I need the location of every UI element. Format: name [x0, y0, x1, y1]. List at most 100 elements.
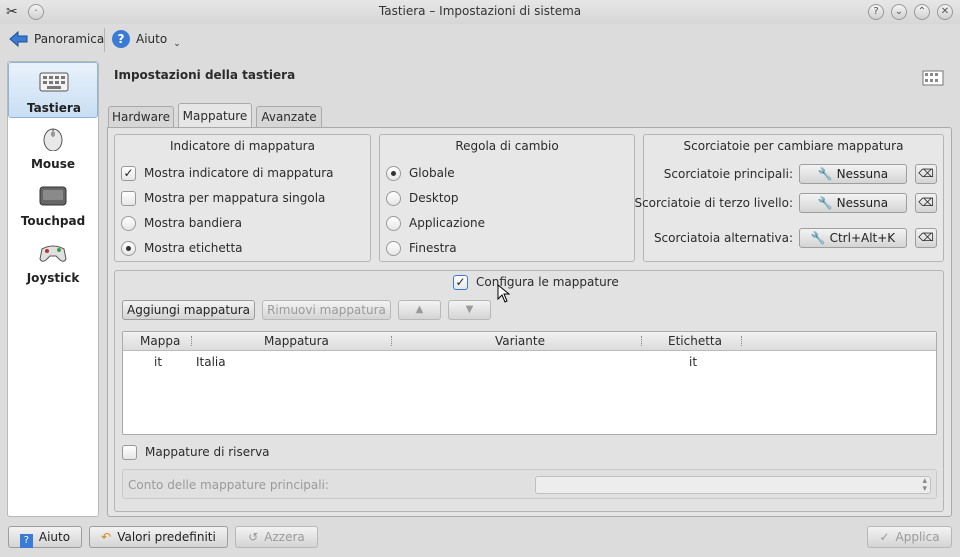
- defaults-button[interactable]: ↶ Valori predefiniti: [89, 526, 228, 548]
- title-bar: ✂ · Tastiera – Impostazioni di sistema ?…: [0, 0, 960, 24]
- window-radio[interactable]: Finestra: [386, 239, 457, 257]
- clear-icon: ⌫: [918, 196, 934, 209]
- option-label: Finestra: [409, 241, 457, 255]
- arrow-up-icon: ▲: [415, 304, 424, 315]
- keyboard-layout-icon: [922, 70, 944, 86]
- apply-button[interactable]: ✓ Applica: [867, 526, 952, 548]
- cell-layout: Italia: [196, 355, 226, 369]
- layouts-table: Mappa Mappatura Variante Etichetta it It…: [122, 331, 937, 435]
- tab-hardware[interactable]: Hardware: [108, 106, 174, 128]
- column-header-layout[interactable]: Mappatura: [264, 334, 329, 348]
- column-separator: [391, 336, 393, 346]
- main-count-label: Conto delle mappature principali:: [128, 478, 329, 492]
- maximize-button[interactable]: ⌃: [914, 4, 930, 20]
- show-flag-radio[interactable]: Mostra bandiera: [121, 214, 242, 232]
- checkbox-icon: [121, 190, 136, 206]
- shortcut-value: Ctrl+Alt+K: [829, 231, 896, 245]
- button-label: Azzera: [264, 530, 305, 544]
- column-header-label[interactable]: Etichetta: [668, 334, 722, 348]
- radio-icon: [121, 215, 136, 231]
- sidebar-item-touchpad[interactable]: Touchpad: [8, 176, 98, 232]
- shortcuts-group: Scorciatoie per cambiare mappatura Scorc…: [634, 134, 944, 262]
- close-button[interactable]: ✕: [937, 4, 953, 20]
- help-window-button[interactable]: ?: [868, 4, 884, 20]
- overview-label: Panoramica: [34, 32, 105, 46]
- clear-third-level-shortcut-button[interactable]: ⌫: [915, 193, 937, 213]
- mouse-icon: [43, 128, 63, 151]
- arrow-down-icon: ▼: [465, 304, 474, 315]
- checkmark-icon: ✓: [879, 530, 890, 544]
- help-button[interactable]: ? Aiuto: [8, 526, 82, 548]
- move-down-button[interactable]: ▼: [448, 300, 491, 320]
- option-label: Mostra etichetta: [144, 241, 243, 255]
- wrench-icon: 🔧: [817, 196, 837, 210]
- sidebar-item-joystick[interactable]: Joystick: [8, 233, 98, 289]
- group-title: Regola di cambio: [455, 139, 559, 153]
- checkbox-checked-icon: ✓: [121, 165, 136, 181]
- option-label: Mostra indicatore di mappatura: [144, 166, 334, 180]
- alternative-shortcut-button[interactable]: 🔧 Ctrl+Alt+K: [799, 228, 907, 248]
- global-radio[interactable]: Globale: [386, 164, 455, 182]
- help-label: Aiuto: [136, 32, 168, 46]
- clear-icon: ⌫: [918, 167, 934, 180]
- show-label-radio[interactable]: Mostra etichetta: [121, 239, 243, 257]
- sidebar-item-label: Tastiera: [27, 101, 81, 115]
- radio-icon: [386, 215, 401, 231]
- button-bar: ? Aiuto ↶ Valori predefiniti ↺ Azzera ✓ Appl…: [0, 520, 960, 557]
- option-label: Mostra bandiera: [144, 216, 242, 230]
- checkbox-checked-icon: ✓: [453, 274, 468, 290]
- radio-icon: [386, 240, 401, 256]
- move-up-button[interactable]: ▲: [398, 300, 441, 320]
- radio-selected-icon: [121, 240, 136, 256]
- tab-advanced[interactable]: Avanzate: [256, 106, 322, 128]
- main-shortcut-button[interactable]: 🔧 Nessuna: [799, 164, 907, 184]
- checkbox-icon: [122, 444, 137, 460]
- show-indicator-checkbox[interactable]: ✓ Mostra indicatore di mappatura: [121, 164, 334, 182]
- gamepad-icon: [39, 245, 67, 262]
- main-count-spinbox[interactable]: ▴ ▾: [535, 476, 931, 494]
- column-header-variant[interactable]: Variante: [495, 334, 545, 348]
- third-level-shortcut-label: Scorciatoie di terzo livello:: [634, 196, 793, 210]
- add-layout-button[interactable]: Aggiungi mappatura: [122, 300, 255, 320]
- tab-layouts[interactable]: Mappature: [178, 103, 252, 129]
- configure-layouts-checkbox[interactable]: ✓ Configura le mappature: [453, 273, 619, 291]
- wrench-icon: 🔧: [817, 167, 837, 181]
- application-radio[interactable]: Applicazione: [386, 214, 485, 232]
- button-label: Aiuto: [38, 530, 71, 544]
- switching-group: Regola di cambio Globale Desktop Applica…: [379, 134, 635, 262]
- reset-button[interactable]: ↺ Azzera: [235, 526, 318, 548]
- option-label: Applicazione: [409, 216, 486, 230]
- sidebar: Tastiera Mouse Touchpad Joystick: [7, 61, 99, 517]
- third-level-shortcut-button[interactable]: 🔧 Nessuna: [799, 193, 907, 213]
- chevron-down-icon: ⌄: [173, 39, 181, 49]
- touchpad-icon: [39, 186, 67, 206]
- clear-alternative-shortcut-button[interactable]: ⌫: [915, 228, 937, 248]
- help-icon: ?: [112, 30, 130, 48]
- help-book-icon: ?: [19, 534, 33, 548]
- option-label: Desktop: [409, 191, 459, 205]
- cell-map: it: [154, 355, 163, 369]
- window-title: Tastiera – Impostazioni di sistema: [378, 4, 582, 18]
- button-label: Applica: [895, 530, 940, 544]
- clear-icon: ⌫: [918, 231, 934, 244]
- clear-main-shortcut-button[interactable]: ⌫: [915, 164, 937, 184]
- remove-layout-button[interactable]: Rimuovi mappatura: [262, 300, 391, 320]
- column-header-map[interactable]: Mappa: [140, 334, 180, 348]
- toolbar: Panoramica ? Aiuto ⌄: [0, 24, 960, 56]
- table-header: Mappa Mappatura Variante Etichetta: [123, 332, 936, 351]
- help-menu-button[interactable]: ? Aiuto ⌄: [112, 26, 181, 52]
- sidebar-item-mouse[interactable]: Mouse: [8, 119, 98, 175]
- spare-layouts-checkbox[interactable]: Mappature di riserva: [122, 443, 270, 461]
- sidebar-item-label: Touchpad: [20, 214, 86, 228]
- sidebar-item-keyboard[interactable]: Tastiera: [8, 62, 98, 118]
- minimize-button[interactable]: ⌄: [891, 4, 907, 20]
- reset-icon: ↺: [248, 530, 259, 544]
- indicator-group: Indicatore di mappatura ✓ Mostra indicato…: [114, 134, 371, 262]
- sidebar-item-label: Mouse: [30, 157, 75, 171]
- show-single-checkbox[interactable]: Mostra per mappatura singola: [121, 189, 325, 207]
- mouse-cursor-icon: [497, 284, 511, 303]
- desktop-radio[interactable]: Desktop: [386, 189, 459, 207]
- spin-arrows-icon: ▴ ▾: [922, 476, 927, 494]
- main-count-row: Conto delle mappature principali: ▴ ▾: [122, 469, 937, 499]
- overview-button[interactable]: Panoramica: [8, 26, 104, 52]
